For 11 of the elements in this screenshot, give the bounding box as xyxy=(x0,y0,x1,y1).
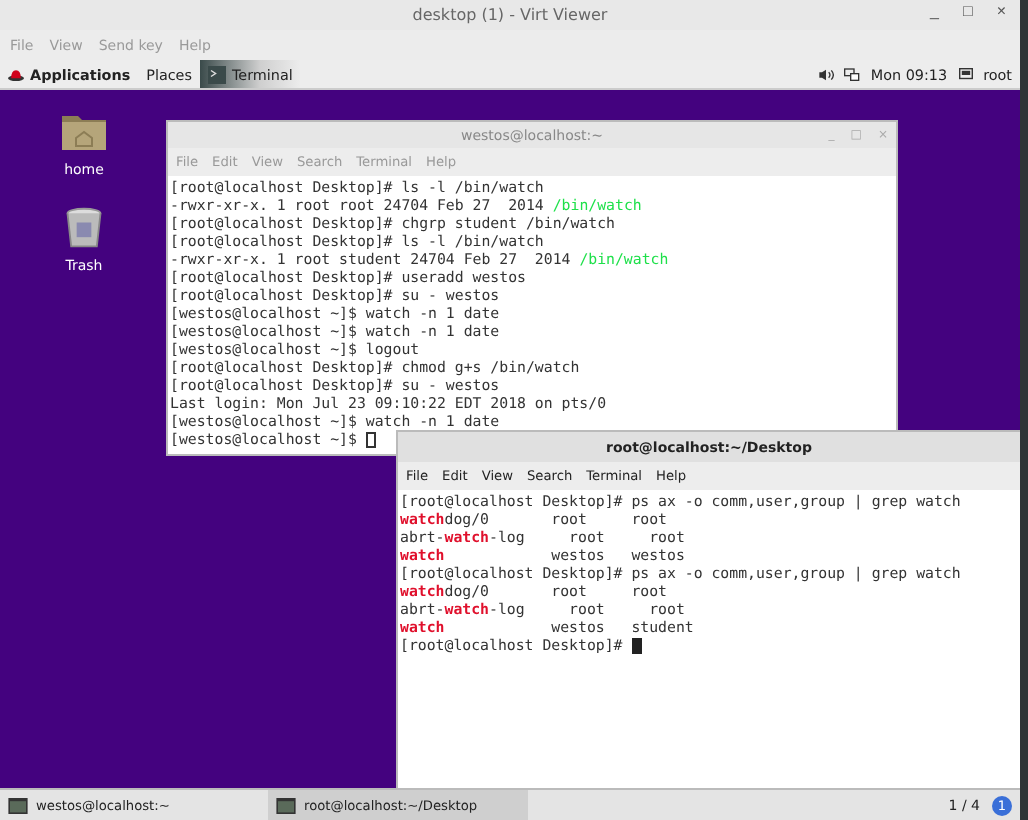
window-control-button[interactable]: × xyxy=(990,0,1012,22)
terminal-icon xyxy=(8,797,28,813)
terminal-icon xyxy=(276,797,296,813)
window-control-button[interactable]: _ xyxy=(924,0,945,22)
home-folder-icon[interactable] xyxy=(60,110,108,154)
speaker-icon[interactable] xyxy=(818,67,835,81)
window-control-button[interactable]: □ xyxy=(956,0,979,22)
terminal-icon xyxy=(207,65,226,83)
window-title: desktop (1) - Virt Viewer xyxy=(412,6,608,24)
hat-icon xyxy=(8,67,24,81)
network-icon[interactable] xyxy=(844,67,861,81)
